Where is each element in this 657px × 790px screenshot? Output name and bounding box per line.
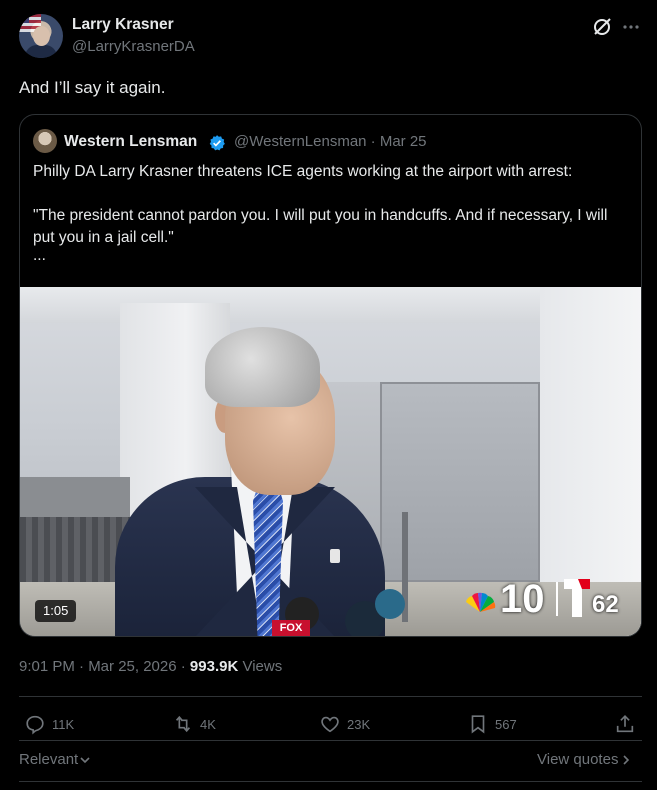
chevron-right-icon (623, 755, 630, 765)
view-quotes-label: View quotes (537, 751, 619, 768)
reply-button[interactable]: 11K (24, 712, 74, 736)
repost-button[interactable]: 4K (172, 712, 216, 736)
peacock-icon (466, 592, 496, 612)
sort-dropdown[interactable]: Relevant (19, 751, 91, 768)
station-logos: 10 62 (460, 577, 630, 627)
share-button[interactable] (614, 712, 642, 736)
quoted-tweet-card[interactable]: Western Lensman @WesternLensman · Mar 25… (19, 114, 642, 637)
author-avatar[interactable] (19, 14, 63, 58)
like-button[interactable]: 23K (319, 712, 370, 736)
like-count: 23K (347, 716, 371, 732)
quoted-paragraph-2: "The president cannot pardon you. I will… (33, 207, 608, 246)
sort-label: Relevant (19, 751, 79, 768)
tweet-text: And I’ll say it again. (19, 78, 166, 97)
divider-middle (19, 740, 642, 741)
video-player[interactable]: FOX 10 62 1:05 (20, 287, 641, 636)
quoted-author-avatar[interactable] (33, 129, 57, 153)
divider-bottom (19, 781, 642, 782)
station-logo-62: 62 (592, 591, 619, 618)
fox-mic-badge: FOX (272, 620, 310, 636)
telemundo-icon (564, 579, 590, 617)
bookmark-button[interactable]: 567 (467, 712, 517, 736)
reply-count: 11K (52, 716, 75, 732)
bookmark-count: 567 (495, 716, 517, 732)
author-handle[interactable]: @LarryKrasnerDA (72, 38, 195, 55)
views-count: 993.9K (189, 658, 239, 675)
logo-divider (556, 582, 558, 616)
quoted-ellipsis: ... (33, 247, 46, 264)
tweet-timestamp[interactable]: 9:01 PM · Mar 25, 2026 · (19, 658, 190, 675)
views-label: Views (238, 658, 283, 675)
video-speaker (105, 327, 405, 636)
view-quotes-link[interactable]: View quotes (537, 751, 632, 768)
quoted-paragraph-1: Philly DA Larry Krasner threatens ICE ag… (33, 163, 573, 180)
quoted-handle-date[interactable]: @WesternLensman · Mar 25 (234, 133, 427, 150)
quoted-tweet-body: Philly DA Larry Krasner threatens ICE ag… (33, 161, 633, 285)
verified-icon (209, 135, 225, 151)
tweet-meta: 9:01 PM · Mar 25, 2026 · 993.9K Views (19, 658, 282, 675)
more-icon[interactable] (622, 16, 640, 38)
video-duration-badge: 1:05 (35, 600, 77, 622)
share-icon (616, 715, 634, 733)
grok-icon[interactable] (591, 16, 613, 38)
like-icon (321, 716, 339, 733)
repost-count: 4K (200, 716, 216, 732)
reply-icon (26, 715, 44, 735)
author-display-name[interactable]: Larry Krasner (72, 16, 174, 34)
repost-icon (175, 715, 191, 733)
bookmark-icon (471, 715, 485, 734)
chevron-down-icon (80, 757, 90, 764)
station-logo-10: 10 (500, 577, 545, 621)
quoted-author-name[interactable]: Western Lensman (64, 133, 197, 151)
divider-top (19, 696, 642, 697)
